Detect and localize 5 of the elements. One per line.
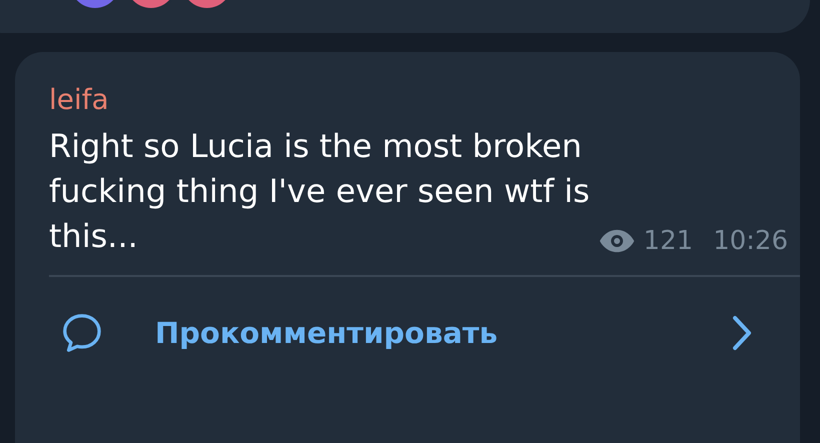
message-text: Right so Lucia is the most broken fucking thing I've ever seen wtf is this... xyxy=(49,126,591,257)
view-count: 121 xyxy=(643,225,694,258)
message-time: 10:26 xyxy=(713,225,788,258)
comment-button[interactable]: Прокомментировать xyxy=(49,277,800,389)
author-name[interactable]: leifa xyxy=(49,80,109,120)
